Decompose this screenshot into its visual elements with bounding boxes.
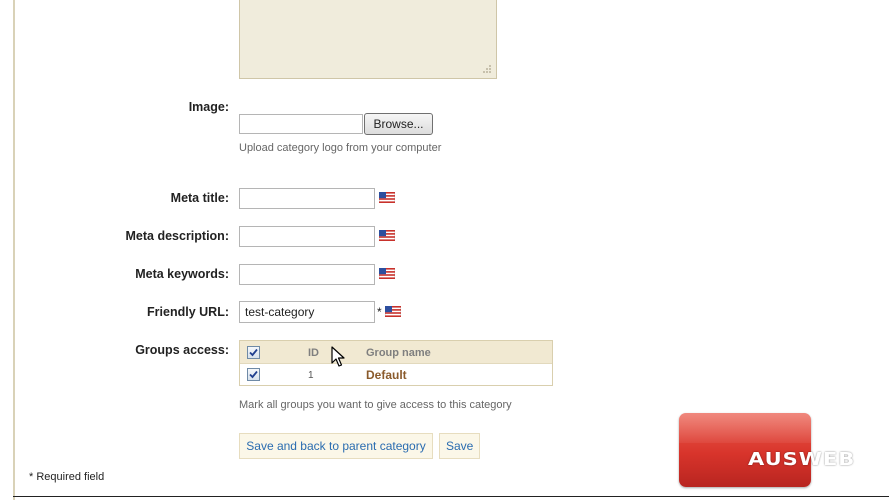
group-row-checkbox[interactable] [247, 368, 260, 381]
meta-title-label: Meta title: [170, 191, 229, 205]
us-flag-icon[interactable] [379, 230, 395, 241]
save-and-back-button[interactable]: Save and back to parent category [239, 433, 433, 459]
ausweb-logo-text: AUSWEB [748, 449, 856, 470]
meta-description-label: Meta description: [125, 229, 230, 243]
required-marker: * [377, 305, 382, 319]
meta-keywords-input[interactable] [239, 264, 375, 285]
required-field-note: * Required field [29, 471, 105, 483]
select-all-groups-checkbox[interactable] [247, 346, 260, 359]
group-id: 1 [308, 370, 314, 381]
page-border-bottom [13, 496, 889, 497]
groups-table: ID Group name 1 Default [239, 340, 553, 386]
browse-button[interactable]: Browse... [364, 113, 433, 135]
image-file-path-input[interactable] [239, 114, 363, 134]
meta-description-input[interactable] [239, 226, 375, 247]
mouse-cursor-icon [331, 346, 345, 367]
save-button[interactable]: Save [439, 433, 480, 459]
id-column-header[interactable]: ID [308, 347, 319, 359]
checkmark-icon [249, 370, 258, 379]
meta-title-input[interactable] [239, 188, 375, 209]
image-hint: Upload category logo from your computer [239, 142, 442, 154]
us-flag-icon[interactable] [379, 192, 395, 203]
page-border-left [13, 0, 15, 500]
checkmark-icon [249, 348, 258, 357]
groups-table-header: ID Group name [240, 341, 552, 364]
friendly-url-label: Friendly URL: [147, 305, 229, 319]
image-label: Image: [188, 100, 229, 114]
meta-keywords-label: Meta keywords: [135, 267, 229, 281]
resize-grip-icon[interactable] [482, 64, 492, 74]
us-flag-icon[interactable] [385, 306, 401, 317]
logo-shine [679, 413, 811, 443]
description-textarea[interactable] [239, 0, 497, 79]
group-name-column-header[interactable]: Group name [366, 347, 431, 359]
group-name: Default [366, 368, 407, 382]
us-flag-icon[interactable] [379, 268, 395, 279]
groups-access-label: Groups access: [135, 343, 229, 357]
friendly-url-input[interactable] [239, 301, 375, 323]
groups-access-hint: Mark all groups you want to give access … [239, 399, 512, 411]
